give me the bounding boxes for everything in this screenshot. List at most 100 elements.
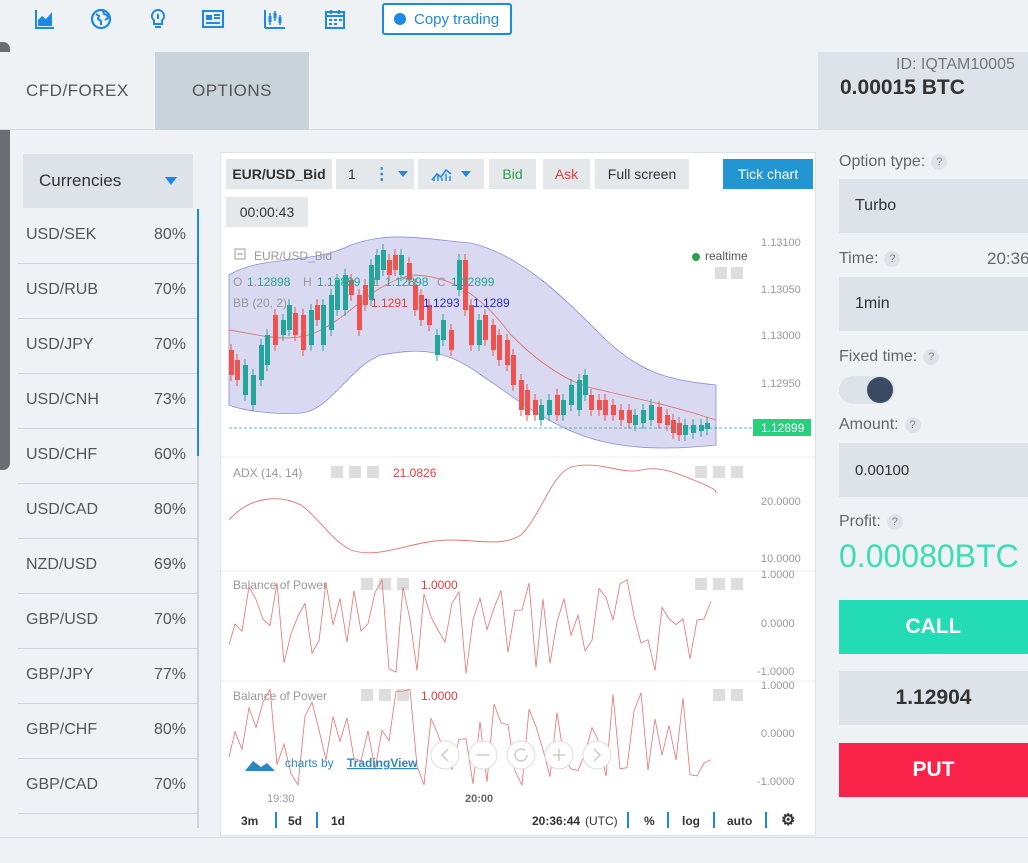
candle [477, 320, 482, 345]
candle-timer: 00:00:43 [226, 197, 308, 227]
list-item[interactable]: GBP/JPY 77% [18, 649, 198, 704]
profit-label-row: Profit:? [839, 513, 903, 531]
full-screen-button[interactable]: Full screen [595, 159, 689, 189]
account-balance[interactable]: ID: IQTAM10005 0.00015 BTC [818, 52, 1028, 130]
news-icon[interactable] [200, 6, 226, 32]
tradingview-link[interactable]: TradingView [347, 756, 418, 770]
range-5d-button[interactable]: 5d [288, 814, 302, 828]
candle [449, 330, 454, 350]
candle [435, 335, 440, 355]
globe-icon[interactable] [88, 6, 114, 32]
interval-value: 1 [348, 166, 356, 182]
range-3m-button[interactable]: 3m [241, 814, 258, 828]
list-item[interactable]: GBP/USD 70% [18, 594, 198, 649]
range-1d-button[interactable]: 1d [331, 814, 345, 828]
list-scrollbar[interactable] [197, 209, 199, 456]
asset-payout: 80% [153, 501, 186, 518]
call-button[interactable]: CALL [839, 600, 1028, 654]
caret-down-icon [165, 177, 177, 185]
ohlc-open: 1.12898 [247, 275, 291, 289]
option-type-select[interactable]: Turbo [839, 179, 1028, 233]
scroll-left-icon[interactable] [430, 740, 460, 770]
help-icon[interactable]: ? [923, 348, 940, 365]
help-icon[interactable]: ? [904, 416, 921, 433]
ohlc-low: 1.12898 [385, 275, 429, 289]
reset-icon[interactable] [506, 740, 536, 770]
bar-chart-icon[interactable] [32, 6, 58, 32]
chart-panel: EUR/USD_Bid 1 ⋮ Bid Ask Full screen Tick… [220, 152, 816, 836]
symbol-button[interactable]: EUR/USD_Bid [226, 159, 332, 189]
price-tick-label: 1.13000 [761, 330, 801, 342]
list-item[interactable]: USD/JPY 70% [18, 319, 198, 374]
candle [441, 320, 446, 340]
bop1-value: 1.0000 [421, 578, 458, 592]
price-chart[interactable]: EUR/USD_Bid realtime O 1.12898 H 1.12899… [221, 235, 815, 805]
bb-value-2: 1.1293 [423, 296, 460, 310]
tab-options[interactable]: OPTIONS [155, 52, 309, 130]
bop2-tick-label: 1.0000 [761, 680, 795, 692]
asset-payout: 70% [153, 281, 186, 298]
adx-value: 21.0826 [393, 466, 437, 480]
lightbulb-icon[interactable] [145, 6, 171, 32]
profit-label: Profit: [839, 513, 881, 530]
candle [525, 390, 530, 415]
list-item[interactable]: GBP/CAD 70% [18, 759, 198, 814]
candle [309, 310, 314, 345]
fixed-time-toggle[interactable] [839, 376, 895, 404]
candle [281, 320, 286, 335]
candle [469, 305, 474, 345]
candle [483, 315, 488, 340]
time-label: Time: [839, 250, 879, 267]
duration-select[interactable]: 1min [839, 277, 1028, 331]
bop1-tick-label: 1.0000 [761, 569, 795, 581]
help-icon[interactable]: ? [931, 153, 948, 170]
asset-name: GBP/CAD [26, 776, 99, 793]
candle [533, 400, 538, 415]
asset-payout: 70% [153, 776, 186, 793]
auto-scale-button[interactable]: auto [727, 814, 752, 828]
bid-button[interactable]: Bid [489, 159, 536, 189]
main-series-title: EUR/USD_Bid [254, 249, 332, 263]
list-item[interactable]: USD/CNH 73% [18, 374, 198, 429]
candle [235, 360, 240, 380]
copy-trading-button[interactable]: Copy trading [382, 3, 512, 35]
amount-input[interactable]: 0.00100 [839, 443, 1028, 497]
list-item[interactable]: USD/CHF 60% [18, 429, 198, 484]
asset-payout: 80% [153, 226, 186, 243]
list-item[interactable]: GBP/CHF 80% [18, 704, 198, 759]
bop2-value: 1.0000 [421, 689, 458, 703]
ask-button[interactable]: Ask [543, 159, 590, 189]
candle [251, 375, 256, 405]
interval-select[interactable]: 1 ⋮ [336, 159, 414, 189]
asset-category-select[interactable]: Currencies [23, 154, 193, 208]
candle [519, 380, 524, 410]
top-toolbar: Copy trading [0, 0, 1028, 46]
chart-timezone[interactable]: (UTC) [585, 814, 618, 828]
settings-gear-icon[interactable]: ⚙ [781, 810, 795, 830]
percent-scale-button[interactable]: % [644, 814, 655, 828]
list-item[interactable]: NZD/USD 69% [18, 539, 198, 594]
tab-cfd-forex[interactable]: CFD/FOREX [26, 52, 129, 130]
candle [577, 380, 582, 410]
copy-trading-label: Copy trading [414, 10, 500, 28]
fixed-time-label: Fixed time: [839, 348, 918, 365]
put-button[interactable]: PUT [839, 743, 1028, 797]
candle [301, 315, 306, 350]
scroll-right-icon[interactable] [582, 740, 612, 770]
help-icon[interactable]: ? [886, 513, 903, 530]
candles-icon[interactable] [262, 6, 288, 32]
list-item[interactable]: USD/SEK 80% [18, 209, 198, 264]
list-item[interactable]: USD/CAD 80% [18, 484, 198, 539]
candle [649, 405, 654, 420]
help-icon[interactable]: ? [884, 250, 901, 267]
indicators-button[interactable] [418, 159, 484, 189]
price-tick-label: 1.13100 [761, 237, 801, 249]
calendar-icon[interactable] [322, 6, 348, 32]
option-type-label: Option type: [839, 153, 926, 170]
log-scale-button[interactable]: log [682, 814, 700, 828]
list-item[interactable]: USD/RUB 70% [18, 264, 198, 319]
tick-chart-button[interactable]: Tick chart [723, 159, 813, 189]
list-scroll-track [197, 456, 199, 828]
ohlc-high: 1.12899 [317, 275, 361, 289]
candle [329, 295, 334, 330]
